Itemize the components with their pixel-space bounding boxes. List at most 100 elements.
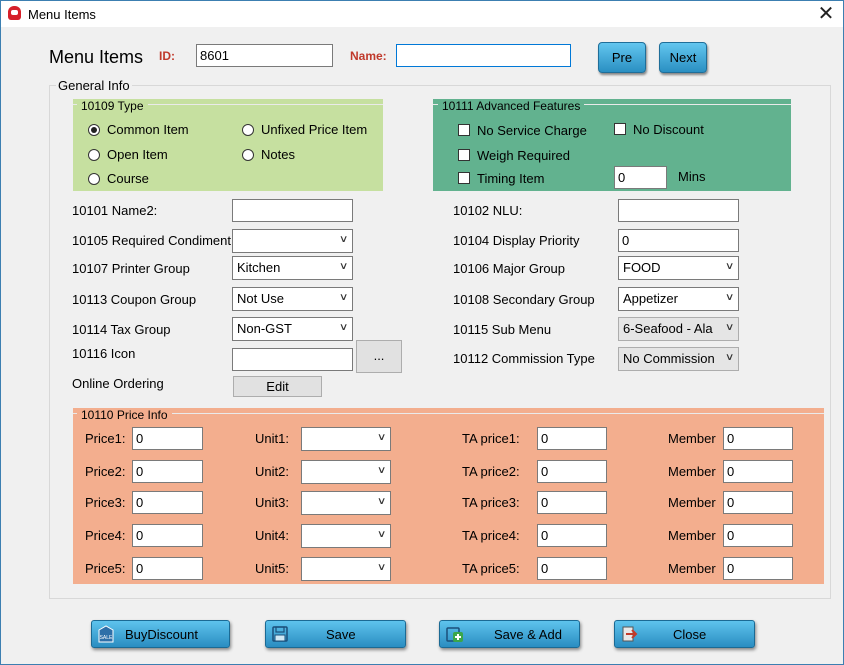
pre-button[interactable]: Pre xyxy=(598,42,646,73)
member1-label: Member xyxy=(668,431,716,446)
member4-field[interactable] xyxy=(723,524,793,547)
timing-item-label: Timing Item xyxy=(477,171,545,186)
unit1-label: Unit1: xyxy=(255,431,289,446)
close-label: Close xyxy=(673,627,707,642)
price2-field[interactable] xyxy=(132,460,203,483)
unit2-select[interactable]: ∨ xyxy=(301,460,391,484)
advanced-features-title: 10111 Advanced Features xyxy=(438,99,585,113)
chevron-down-icon: ∨ xyxy=(376,562,387,573)
radio-common-item[interactable] xyxy=(88,124,100,136)
unit4-select[interactable]: ∨ xyxy=(301,524,391,548)
major-group-label: 10106 Major Group xyxy=(453,261,566,276)
name2-field[interactable] xyxy=(232,199,353,222)
close-button[interactable]: Close xyxy=(614,620,755,648)
icon-label: 10116 Icon xyxy=(72,346,136,361)
radio-open-item-label: Open Item xyxy=(107,147,168,162)
ta-price4-field[interactable] xyxy=(537,524,607,547)
save-and-add-label: Save & Add xyxy=(494,627,562,642)
display-priority-field[interactable] xyxy=(618,229,739,252)
radio-course[interactable] xyxy=(88,173,100,185)
chevron-down-icon: ∨ xyxy=(376,432,387,443)
secondary-group-select[interactable]: Appetizer ∨ xyxy=(618,287,739,311)
chevron-down-icon: ∨ xyxy=(724,322,735,333)
radio-notes-label: Notes xyxy=(261,147,295,162)
name-field[interactable] xyxy=(396,44,571,67)
ta-price2-field[interactable] xyxy=(537,460,607,483)
unit1-select[interactable]: ∨ xyxy=(301,427,391,451)
member3-field[interactable] xyxy=(723,491,793,514)
radio-notes[interactable] xyxy=(242,149,254,161)
price4-field[interactable] xyxy=(132,524,203,547)
id-field[interactable] xyxy=(196,44,333,67)
browse-icon-button[interactable]: ... xyxy=(356,340,402,373)
online-ordering-edit-button[interactable]: Edit xyxy=(233,376,322,397)
member5-field[interactable] xyxy=(723,557,793,580)
commission-type-label: 10112 Commission Type xyxy=(453,351,595,366)
printer-group-label: 10107 Printer Group xyxy=(72,261,190,276)
required-condiment-select[interactable]: ∨ xyxy=(232,229,353,253)
buy-discount-label: BuyDiscount xyxy=(125,627,198,642)
printer-group-select[interactable]: Kitchen ∨ xyxy=(232,256,353,280)
price5-field[interactable] xyxy=(132,557,203,580)
timing-mins-field[interactable] xyxy=(614,166,667,189)
unit5-select[interactable]: ∨ xyxy=(301,557,391,581)
radio-unfixed-price-item-label: Unfixed Price Item xyxy=(261,122,368,137)
close-window-button[interactable]: ✕ xyxy=(813,3,839,25)
chevron-down-icon: ∨ xyxy=(724,292,735,303)
major-group-select[interactable]: FOOD ∨ xyxy=(618,256,739,280)
online-ordering-label: Online Ordering xyxy=(72,376,164,391)
price3-field[interactable] xyxy=(132,491,203,514)
save-button[interactable]: Save xyxy=(265,620,406,648)
page-title: Menu Items xyxy=(49,47,144,67)
weigh-required-checkbox[interactable] xyxy=(458,149,470,161)
name2-label: 10101 Name2: xyxy=(72,203,158,218)
ta-price5-field[interactable] xyxy=(537,557,607,580)
unit2-label: Unit2: xyxy=(255,464,289,479)
price4-label: Price4: xyxy=(85,528,126,543)
timing-item-checkbox[interactable] xyxy=(458,172,470,184)
save-and-add-button[interactable]: Save & Add xyxy=(439,620,580,648)
nlu-label: 10102 NLU: xyxy=(453,203,523,218)
price1-field[interactable] xyxy=(132,427,203,450)
ta-price4-label: TA price4: xyxy=(462,528,520,543)
commission-type-select[interactable]: No Commission ∨ xyxy=(618,347,739,371)
buy-discount-button[interactable]: SALE BuyDiscount xyxy=(91,620,230,648)
no-service-charge-checkbox[interactable] xyxy=(458,124,470,136)
nlu-field[interactable] xyxy=(618,199,739,222)
required-condiment-label: 10105 Required Condiment xyxy=(72,233,231,248)
ta-price1-field[interactable] xyxy=(537,427,607,450)
chevron-down-icon: ∨ xyxy=(376,529,387,540)
ta-price5-label: TA price5: xyxy=(462,561,520,576)
type-group-title: 10109 Type xyxy=(77,99,148,113)
ta-price1-label: TA price1: xyxy=(462,431,520,446)
chevron-down-icon: ∨ xyxy=(724,352,735,363)
ta-price3-field[interactable] xyxy=(537,491,607,514)
no-discount-checkbox[interactable] xyxy=(614,123,626,135)
window-title: Menu Items xyxy=(28,7,96,22)
member5-label: Member xyxy=(668,561,716,576)
ta-price2-label: TA price2: xyxy=(462,464,520,479)
member4-label: Member xyxy=(668,528,716,543)
coupon-group-select[interactable]: Not Use ∨ xyxy=(232,287,353,311)
no-service-charge-label: No Service Charge xyxy=(477,123,587,138)
radio-open-item[interactable] xyxy=(88,149,100,161)
unit5-label: Unit5: xyxy=(255,561,289,576)
price2-label: Price2: xyxy=(85,464,126,479)
save-add-icon xyxy=(446,627,463,642)
coupon-group-label: 10113 Coupon Group xyxy=(72,292,197,307)
icon-path-field[interactable] xyxy=(232,348,353,371)
radio-unfixed-price-item[interactable] xyxy=(242,124,254,136)
tax-group-select[interactable]: Non-GST ∨ xyxy=(232,317,353,341)
title-bar: Menu Items ✕ xyxy=(1,1,843,27)
next-button[interactable]: Next xyxy=(659,42,707,73)
price-info-title: 10110 Price Info xyxy=(77,408,172,422)
member2-field[interactable] xyxy=(723,460,793,483)
sub-menu-select[interactable]: 6-Seafood - Ala ∨ xyxy=(618,317,739,341)
secondary-group-label: 10108 Secondary Group xyxy=(453,292,595,307)
member1-field[interactable] xyxy=(723,427,793,450)
save-icon xyxy=(272,626,288,642)
member3-label: Member xyxy=(668,495,716,510)
chevron-down-icon: ∨ xyxy=(338,234,349,245)
id-label: ID: xyxy=(159,49,175,63)
unit3-select[interactable]: ∨ xyxy=(301,491,391,515)
